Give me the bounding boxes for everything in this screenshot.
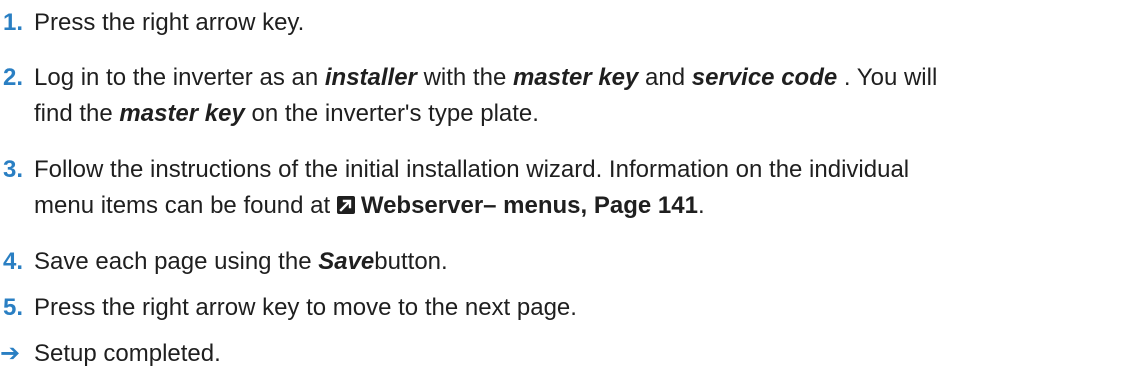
step-text: Press the right arrow key. (34, 9, 305, 36)
term-installer: installer (324, 64, 417, 91)
step-text: Save each page using the Savebutton. (34, 248, 448, 275)
step-number: 3. (3, 156, 24, 183)
step-number: 5. (3, 294, 24, 321)
result-arrow-icon: ➔ (0, 340, 21, 367)
term-service-code: service code (691, 64, 838, 91)
step-text: Press the right arrow key to move to the… (34, 294, 577, 321)
result-text: Setup completed. (34, 340, 221, 367)
step-number: 1. (3, 9, 24, 36)
term-save: Save (318, 248, 375, 275)
step-number: 2. (3, 64, 24, 91)
link-arrow-icon (336, 196, 355, 214)
step-number: 4. (3, 248, 24, 275)
webserver-menus-link[interactable]: Webserver– menus, Page 141 (336, 192, 698, 219)
term-master-key: master key (512, 64, 639, 91)
instruction-list: 1. Press the right arrow key. 2. Log in … (0, 0, 1138, 383)
step-text: Follow the instructions of the initial i… (34, 156, 910, 219)
step-text: Log in to the inverter as an installer w… (34, 64, 938, 127)
term-master-key-2: master key (119, 100, 245, 127)
